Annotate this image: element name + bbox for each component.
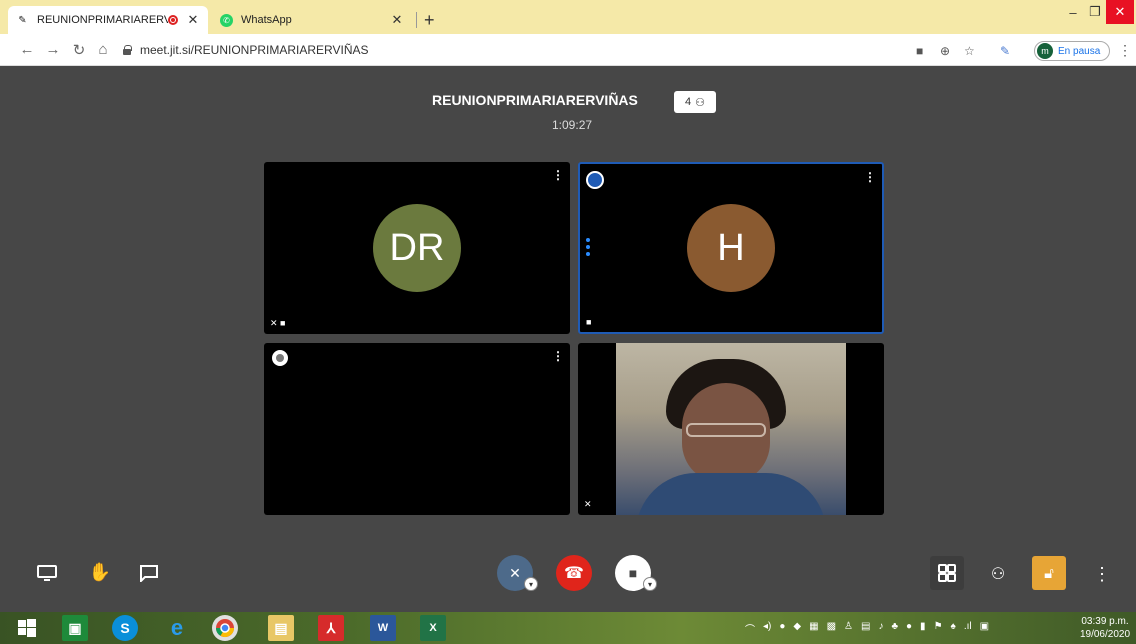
browser-toolbar: ← → ↻ ⌂ meet.jit.si/REUNIONPRIMARIARERVI… xyxy=(0,34,1136,66)
dominant-speaker-icon xyxy=(586,171,604,189)
close-tab-icon[interactable]: ✕ xyxy=(186,12,200,28)
tray-icon[interactable]: ◆ xyxy=(793,621,801,636)
raise-hand-icon[interactable]: ✋ xyxy=(88,560,112,584)
camera-icon: ■ xyxy=(628,565,638,581)
connection-status-icon xyxy=(272,350,288,366)
tab-meeting[interactable]: ✎ REUNIONPRIMARIARERVIÑ/ ✕ xyxy=(8,6,208,34)
network-icon[interactable]: .ıl xyxy=(964,621,972,636)
close-tab-icon[interactable]: ✕ xyxy=(390,12,404,28)
tray-icon[interactable]: ▮ xyxy=(920,621,926,636)
lock-icon xyxy=(122,45,132,55)
jitsi-favicon-icon: ✎ xyxy=(18,14,27,26)
tab-separator xyxy=(416,12,417,28)
reload-icon[interactable]: ↻ xyxy=(70,41,88,59)
extension-icon[interactable]: ✎ xyxy=(1000,44,1010,58)
tile-menu-icon[interactable]: ⋮ xyxy=(552,349,564,363)
meeting-title: REUNIONPRIMARIARERVIÑAS xyxy=(432,92,638,108)
system-tray[interactable]: ⌒ ◂) ● ◆ ▦ ▩ ♙ ▤ ♪ ♣ ● ▮ ⚑ ♠ .ıl ▣ xyxy=(745,621,989,636)
tray-icon[interactable]: ♣ xyxy=(891,621,898,636)
participants-icon: ⚇ xyxy=(695,96,705,109)
home-icon[interactable]: ⌂ xyxy=(94,41,112,58)
acrobat-icon[interactable]: ⅄ xyxy=(318,615,344,641)
clock-time: 03:39 p.m. xyxy=(1081,616,1129,627)
maximize-button[interactable]: ❐ xyxy=(1084,0,1106,24)
new-tab-button[interactable]: + xyxy=(424,10,435,31)
tray-icon[interactable]: ▦ xyxy=(809,621,818,636)
forward-arrow-icon[interactable]: → xyxy=(44,41,62,58)
participant-avatar: DR xyxy=(373,204,461,292)
close-window-button[interactable]: ✕ xyxy=(1106,0,1134,24)
tray-icon[interactable]: ▣ xyxy=(980,621,989,636)
store-icon[interactable]: ▣ xyxy=(62,615,88,641)
tray-icon[interactable]: ♠ xyxy=(951,621,956,636)
recording-indicator-icon xyxy=(168,15,178,25)
volume-icon[interactable]: ◂) xyxy=(763,621,771,636)
minimize-button[interactable]: – xyxy=(1062,0,1084,24)
local-video-tile[interactable]: ✕ xyxy=(578,343,884,515)
flag-icon[interactable]: ⚑ xyxy=(934,621,943,636)
tray-icon[interactable]: ♙ xyxy=(844,621,853,636)
camera-indicator-icon[interactable]: ■ xyxy=(916,44,923,58)
chrome-icon[interactable] xyxy=(212,615,238,641)
word-icon[interactable]: W xyxy=(370,615,396,641)
tray-icon[interactable]: ▤ xyxy=(861,621,870,636)
camera-feed xyxy=(616,343,846,515)
mic-off-icon: ✕ xyxy=(509,564,521,581)
participant-tile-dr[interactable]: DR ⋮ ✕ ■ xyxy=(264,162,570,334)
skype-icon[interactable]: S xyxy=(112,615,138,641)
browser-tabbar: ✎ REUNIONPRIMARIARERVIÑ/ ✕ ✆ WhatsApp ✕ … xyxy=(0,0,1136,34)
mic-options-chevron-icon[interactable]: ▾ xyxy=(524,577,538,591)
chat-icon[interactable] xyxy=(138,562,160,584)
url-text: meet.jit.si/REUNIONPRIMARIARERVIÑAS xyxy=(140,43,369,57)
tab-title: WhatsApp xyxy=(241,14,292,26)
camera-options-chevron-icon[interactable]: ▾ xyxy=(643,577,657,591)
tray-icon[interactable]: ● xyxy=(779,621,785,636)
share-screen-icon[interactable] xyxy=(36,562,58,584)
taskbar-clock[interactable]: 03:39 p.m. 19/06/2020 xyxy=(1076,615,1134,641)
participant-count-badge[interactable]: 4 ⚇ xyxy=(674,91,716,113)
muted-mic-camera-off-icon: ✕ ■ xyxy=(270,318,286,328)
audio-level-icon xyxy=(586,238,590,256)
camera-off-icon: ■ xyxy=(586,317,592,327)
participant-avatar: H xyxy=(687,204,775,292)
whatsapp-icon: ✆ xyxy=(220,13,233,27)
tab-whatsapp[interactable]: ✆ WhatsApp ✕ xyxy=(212,6,412,34)
profile-avatar: m xyxy=(1037,43,1053,59)
phone-hangup-icon: ☎ xyxy=(564,565,584,582)
internet-explorer-icon[interactable]: e xyxy=(164,615,190,641)
more-actions-icon[interactable]: ⋮ xyxy=(1092,562,1112,586)
tab-title: REUNIONPRIMARIARERVIÑ/ xyxy=(37,14,168,26)
muted-mic-icon: ✕ xyxy=(584,499,592,509)
tray-icon[interactable]: ⌒ xyxy=(745,621,755,636)
file-explorer-icon[interactable]: ▤ xyxy=(268,615,294,641)
bookmark-star-icon[interactable]: ☆ xyxy=(964,44,975,58)
security-options-button[interactable]: 🔓︎ xyxy=(1032,556,1066,590)
participant-tile-h[interactable]: H ⋮ ■ xyxy=(578,162,884,334)
tile-menu-icon[interactable]: ⋮ xyxy=(864,170,876,184)
hangup-button[interactable]: ☎ xyxy=(556,555,592,591)
excel-icon[interactable]: X xyxy=(420,615,446,641)
participant-count: 4 xyxy=(685,96,692,108)
windows-start-icon[interactable] xyxy=(14,615,40,641)
participant-tile-empty[interactable]: ⋮ xyxy=(264,343,570,515)
tray-icon[interactable]: ● xyxy=(906,621,912,636)
browser-menu-icon[interactable]: ⋮ xyxy=(1118,42,1132,59)
invite-people-icon[interactable]: ⚇ xyxy=(986,562,1010,586)
tile-view-button[interactable] xyxy=(930,556,964,590)
tray-icon[interactable]: ▩ xyxy=(827,621,836,636)
lock-icon: 🔓︎ xyxy=(1044,564,1054,582)
windows-taskbar: ▣ S e ▤ ⅄ W X ⌒ ◂) ● ◆ ▦ ▩ ♙ ▤ ♪ ♣ ● ▮ ⚑… xyxy=(0,612,1136,644)
meeting-timer: 1:09:27 xyxy=(552,118,593,132)
tray-icon[interactable]: ♪ xyxy=(878,621,883,636)
profile-button[interactable]: m En pausa xyxy=(1034,41,1110,61)
zoom-icon[interactable]: ⊕ xyxy=(940,44,950,58)
back-arrow-icon[interactable]: ← xyxy=(18,41,36,58)
clock-date: 19/06/2020 xyxy=(1079,629,1131,640)
profile-status: En pausa xyxy=(1058,45,1101,57)
tile-menu-icon[interactable]: ⋮ xyxy=(552,168,564,182)
